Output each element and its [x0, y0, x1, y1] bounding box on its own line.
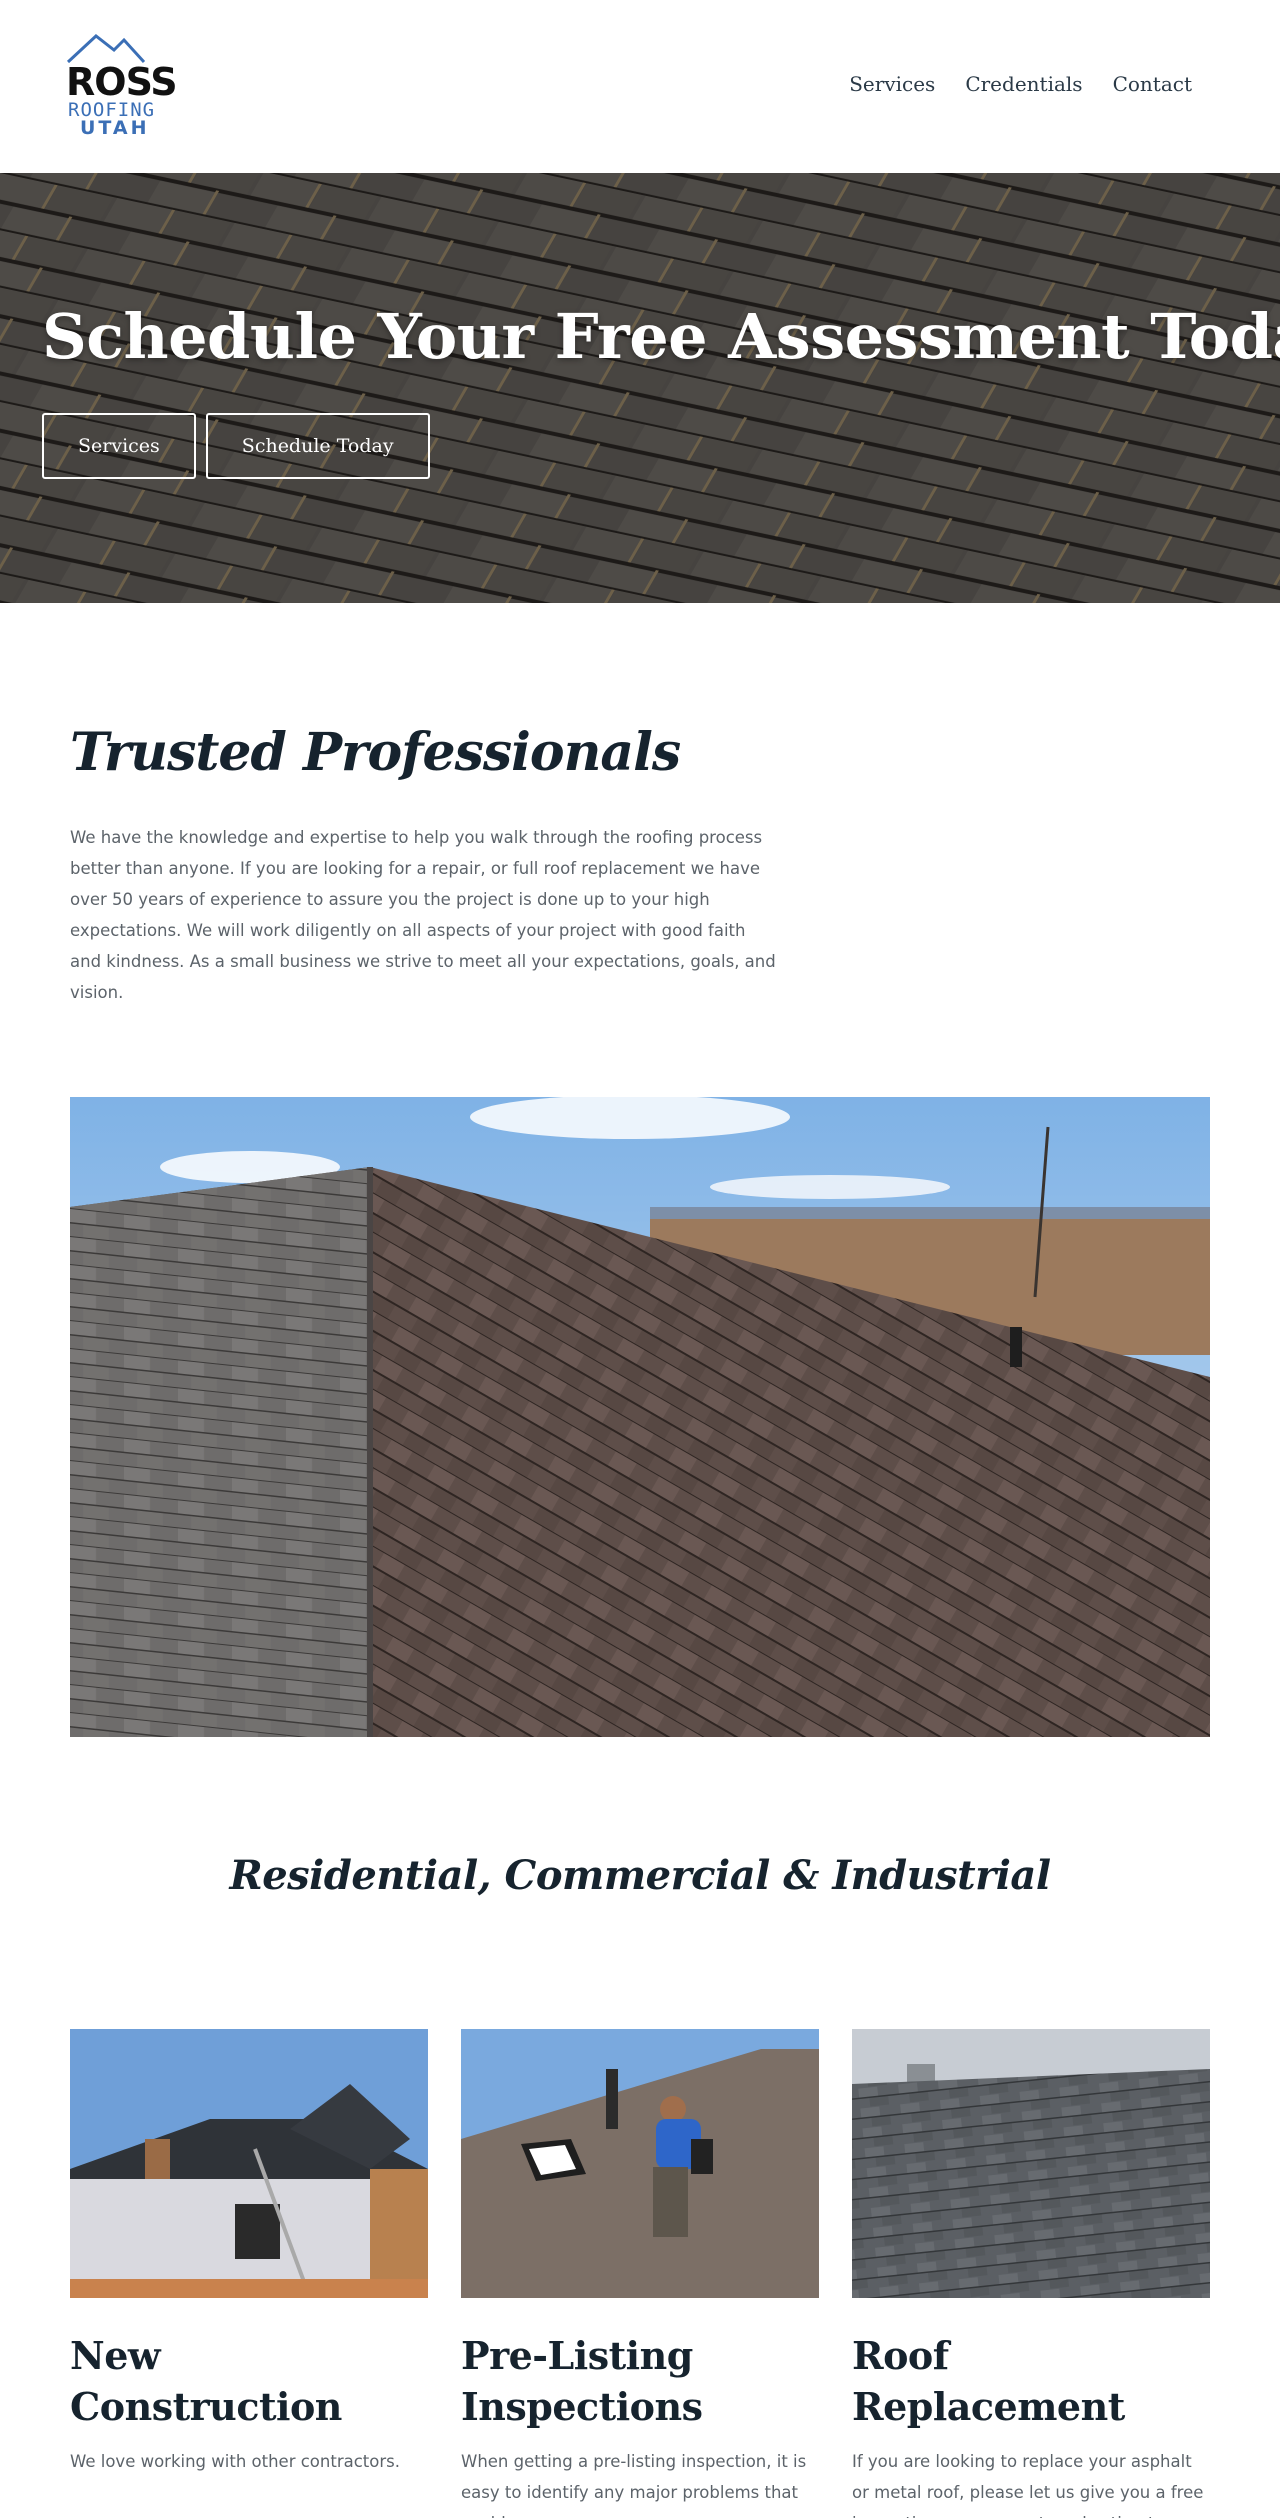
service-card-roof-replacement: Roof Replacement If you are looking to r… [852, 2029, 1210, 2518]
logo-line3: UTAH [80, 117, 150, 139]
roof-replacement-text: If you are looking to replace your aspha… [852, 2452, 1204, 2518]
trusted-professionals-heading: Trusted Professionals [70, 722, 681, 783]
hero-button-group: Services Schedule Today [42, 413, 430, 479]
logo-line1: ROSS [66, 60, 176, 104]
pre-listing-text: When getting a pre-listing inspection, i… [461, 2452, 807, 2518]
sectors-heading: Residential, Commercial & Industrial [229, 1852, 1051, 1899]
services-button[interactable]: Services [42, 413, 196, 479]
roof-replacement-title: Roof Replacement [852, 2333, 1125, 2429]
trusted-professionals-text: We have the knowledge and expertise to h… [70, 828, 776, 1002]
ross-roofing-logo[interactable]: ROSS ROOFING UTAH [66, 32, 178, 142]
schedule-today-button[interactable]: Schedule Today [205, 413, 430, 479]
main-nav: Services Credentials Contact [849, 72, 1192, 96]
nav-credentials[interactable]: Credentials [965, 72, 1082, 96]
service-card-new-construction: New Construction We love working with ot… [70, 2029, 428, 2477]
new-construction-title: New Construction [70, 2333, 342, 2429]
nav-contact[interactable]: Contact [1113, 72, 1192, 96]
site-header: ROSS ROOFING UTAH Services Credentials C… [0, 0, 1280, 173]
pre-listing-title: Pre-Listing Inspections [461, 2333, 703, 2429]
new-construction-text: We love working with other contractors. [70, 2452, 400, 2471]
nav-services[interactable]: Services [849, 72, 935, 96]
roof-photo [70, 1097, 1210, 1737]
hero-title: Schedule Your Free Assessment Today [42, 300, 1280, 373]
roof-replacement-photo [852, 2029, 1210, 2298]
hero-banner: Schedule Your Free Assessment Today Serv… [0, 173, 1280, 603]
pre-listing-photo [461, 2029, 819, 2298]
service-card-pre-listing: Pre-Listing Inspections When getting a p… [461, 2029, 819, 2518]
new-construction-photo [70, 2029, 428, 2298]
